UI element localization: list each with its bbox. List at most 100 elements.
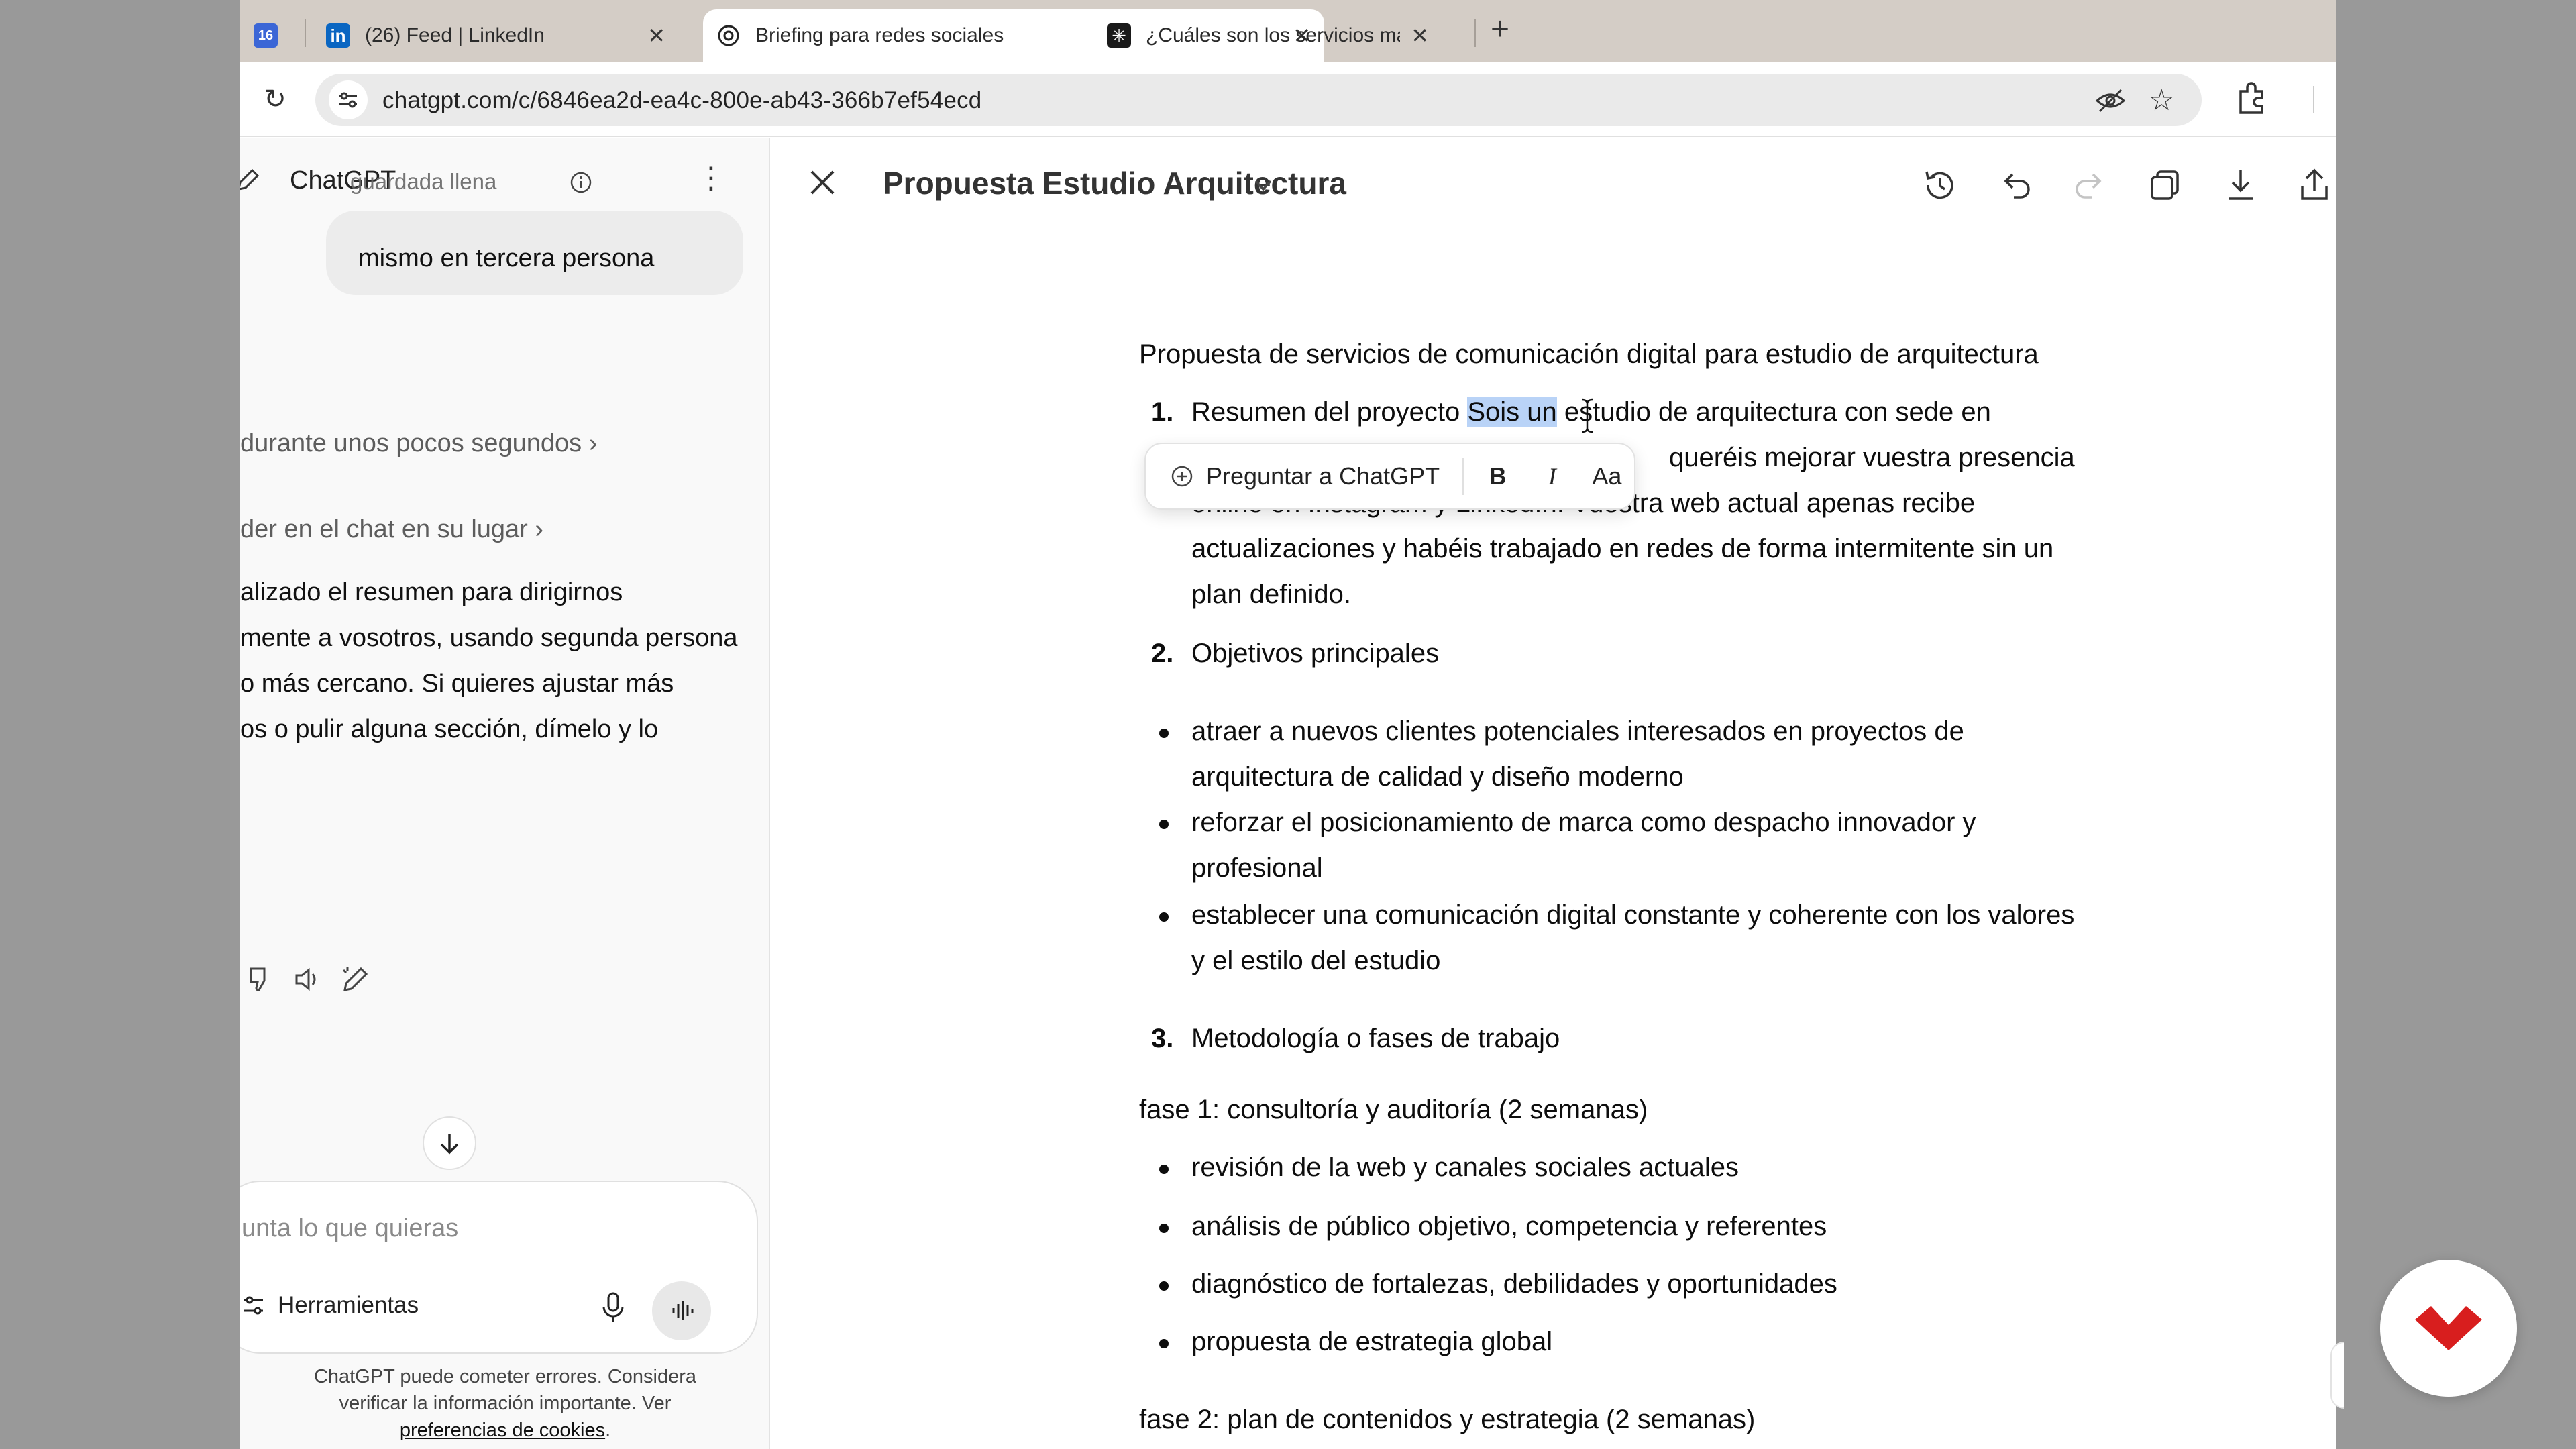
objective-item: arquitectura de calidad y diseño moderno	[1191, 762, 1684, 792]
section-1-line: plan definido.	[1191, 580, 1351, 609]
canvas-panel: Propuesta Estudio Arquitectura Propuesta…	[771, 138, 2336, 1449]
toolbar-divider	[2313, 86, 2314, 113]
read-aloud-icon[interactable]	[292, 965, 322, 994]
extensions-icon[interactable]	[2231, 76, 2274, 119]
tab-linkedin[interactable]: in (26) Feed | LinkedIn ✕	[313, 9, 679, 62]
tracking-protection-icon[interactable]	[2094, 85, 2127, 117]
close-icon[interactable]	[805, 165, 840, 200]
thought-duration[interactable]: durante unos pocos segundos ›	[240, 429, 597, 458]
bullet-dot	[1159, 912, 1169, 922]
message-composer[interactable]: unta lo que quieras Herramientas	[240, 1181, 758, 1354]
assistant-text-line: o más cercano. Si quieres ajustar más	[240, 669, 674, 698]
chat-panel: ChatGPT guardada llena ⋮ mismo en tercer…	[240, 138, 770, 1449]
bold-button[interactable]: B	[1470, 444, 1525, 508]
phase-title: fase 2: plan de contenidos y estrategia …	[1139, 1405, 1756, 1434]
tab-separator	[305, 19, 306, 47]
reload-icon[interactable]: ↻	[255, 79, 295, 119]
phase-item: propuesta de estrategia global	[1191, 1327, 1553, 1356]
assistant-text-line: os o pulir alguna sección, dímelo y lo	[240, 715, 659, 743]
browser-window: 16 in (26) Feed | LinkedIn ✕ Briefing pa…	[240, 0, 2336, 1449]
tab-separator	[1474, 19, 1476, 47]
more-options-icon[interactable]: ⋮	[696, 164, 726, 197]
text-size-button[interactable]: Aa	[1580, 444, 1634, 508]
tab-title: (26) Feed | LinkedIn	[365, 24, 545, 46]
section-title: Metodología o fases de trabajo	[1191, 1024, 1560, 1053]
gemini-icon: ✳	[1107, 23, 1131, 48]
respond-in-chat-text: der en el chat en su lugar	[240, 515, 528, 543]
share-icon[interactable]	[2294, 165, 2334, 205]
list-number: 1.	[1151, 397, 1174, 427]
brand-logo-icon	[2415, 1306, 2482, 1350]
section-1-line: queréis mejorar vuestra presencia	[1669, 443, 2075, 472]
cookie-preferences-link[interactable]: preferencias de cookies	[400, 1419, 605, 1441]
phase-title: fase 1: consultoría y auditoría (2 seman…	[1139, 1095, 1648, 1124]
respond-in-chat-link[interactable]: der en el chat en su lugar ›	[240, 515, 543, 544]
tools-label: Herramientas	[278, 1292, 419, 1318]
tab-pinned-calendar[interactable]: 16	[240, 9, 301, 62]
new-chat-icon[interactable]	[240, 166, 262, 193]
bookmark-star-icon[interactable]: ☆	[2149, 83, 2175, 117]
objective-item: establecer una comunicación digital cons…	[1191, 900, 2075, 930]
section-1-line: actualizaciones y habéis trabajado en re…	[1191, 534, 2054, 564]
chevron-right-icon: ›	[527, 515, 544, 543]
version-history-icon[interactable]	[1920, 165, 1960, 205]
bullet-dot	[1159, 1281, 1169, 1291]
close-tab-icon[interactable]: ✕	[1411, 23, 1429, 48]
list-number: 3.	[1151, 1024, 1174, 1053]
disclaimer-end: .	[605, 1419, 611, 1441]
composer-input[interactable]: unta lo que quieras	[241, 1214, 458, 1243]
ask-chatgpt-button[interactable]: Preguntar a ChatGPT	[1146, 444, 1462, 508]
chevron-down-icon[interactable]	[1252, 177, 1275, 193]
disclaimer-line: verificar la información importante. Ver	[339, 1393, 672, 1414]
plus-circle-icon	[1171, 466, 1193, 487]
info-icon[interactable]	[569, 170, 593, 195]
microphone-icon[interactable]	[594, 1288, 632, 1326]
canvas-title[interactable]: Propuesta Estudio Arquitectura	[883, 165, 1346, 201]
voice-mode-button[interactable]	[652, 1281, 711, 1340]
redo-icon[interactable]	[2070, 165, 2110, 205]
tab-strip: 16 in (26) Feed | LinkedIn ✕ Briefing pa…	[240, 0, 2336, 62]
bullet-dot	[1159, 820, 1169, 829]
document-heading: Propuesta de servicios de comunicación d…	[1139, 339, 2039, 369]
objective-item: y el estilo del estudio	[1191, 946, 1441, 975]
phase-item: análisis de público objetivo, competenci…	[1191, 1212, 1827, 1241]
toolbar-divider	[1462, 458, 1464, 495]
chat-header-title[interactable]: ChatGPT guardada llena	[290, 166, 496, 195]
copy-icon[interactable]	[2145, 165, 2186, 205]
scroll-to-bottom-button[interactable]	[423, 1116, 476, 1170]
ask-chatgpt-label: Preguntar a ChatGPT	[1206, 462, 1440, 490]
thumbs-down-icon[interactable]	[244, 965, 274, 994]
scroll-handle[interactable]	[2330, 1342, 2344, 1409]
brand-logo-button[interactable]	[2380, 1260, 2517, 1397]
new-tab-button[interactable]: +	[1480, 11, 1520, 51]
text-run: Resumen del proyecto	[1191, 397, 1468, 427]
chevron-right-icon: ›	[582, 429, 598, 458]
tools-button[interactable]: Herramientas	[241, 1292, 419, 1319]
text-cursor-icon	[1581, 398, 1593, 433]
tab-servicios[interactable]: ✳ ¿Cuáles son los servicios más ✕	[1093, 9, 1442, 62]
close-tab-icon[interactable]: ✕	[647, 23, 665, 48]
download-icon[interactable]	[2220, 165, 2261, 205]
undo-icon[interactable]	[1995, 165, 2035, 205]
openai-icon	[716, 23, 741, 48]
chat-header-overlay: guardada llena	[350, 169, 497, 194]
phase-item: diagnóstico de fortalezas, debilidades y…	[1191, 1269, 1837, 1299]
bullet-dot	[1159, 729, 1169, 738]
objective-item: profesional	[1191, 853, 1323, 883]
bullet-dot	[1159, 1165, 1169, 1174]
site-info-icon[interactable]	[329, 80, 368, 119]
text-run: estudio de arquitectura con sede en	[1556, 397, 1991, 427]
italic-button[interactable]: I	[1525, 444, 1579, 508]
list-number: 2.	[1151, 639, 1174, 668]
selected-text[interactable]: Sois un	[1467, 397, 1557, 427]
linkedin-icon: in	[326, 23, 350, 48]
bullet-dot	[1159, 1224, 1169, 1233]
phase-item: revisión de la web y canales sociales ac…	[1191, 1152, 1739, 1182]
edit-in-canvas-icon[interactable]	[341, 965, 370, 994]
url-text[interactable]: chatgpt.com/c/6846ea2d-ea4c-800e-ab43-36…	[382, 87, 981, 114]
assistant-text-line: mente a vosotros, usando segunda persona	[240, 624, 738, 652]
address-bar[interactable]: chatgpt.com/c/6846ea2d-ea4c-800e-ab43-36…	[315, 74, 2202, 126]
objective-item: atraer a nuevos clientes potenciales int…	[1191, 716, 1964, 746]
sliders-icon	[244, 1296, 263, 1315]
thought-duration-text: durante unos pocos segundos	[240, 429, 582, 458]
